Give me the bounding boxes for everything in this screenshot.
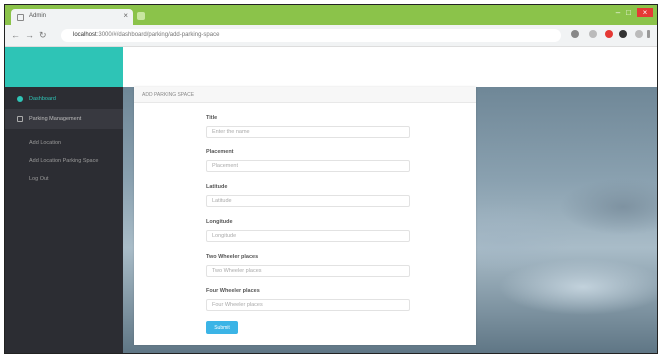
sidebar-subitem-label: Add Location Parking Space bbox=[29, 158, 99, 164]
close-tab-icon[interactable]: × bbox=[123, 11, 128, 20]
title-label: Title bbox=[206, 115, 218, 121]
two-wheeler-input[interactable] bbox=[206, 265, 410, 277]
maximize-button[interactable]: □ bbox=[626, 8, 631, 17]
dashboard-icon bbox=[17, 96, 23, 102]
sidebar-item-label: Dashboard bbox=[29, 96, 56, 102]
longitude-input[interactable] bbox=[206, 230, 410, 242]
top-header bbox=[123, 47, 657, 87]
sidebar-item-label: Parking Management bbox=[29, 116, 82, 122]
form-title: ADD PARKING SPACE bbox=[142, 92, 195, 98]
parking-icon bbox=[17, 116, 23, 122]
latitude-input[interactable] bbox=[206, 195, 410, 207]
browser-toolbar: ← → ↻ localhost:3000/#/dashboard/parking… bbox=[5, 25, 657, 47]
sidebar-item-parking-management[interactable]: Parking Management bbox=[5, 109, 123, 129]
sidebar-subitem-label: Log Out bbox=[29, 176, 49, 182]
add-parking-form-card: ADD PARKING SPACE Title Placement Latitu… bbox=[134, 87, 476, 345]
four-wheeler-input[interactable] bbox=[206, 299, 410, 311]
card-header: ADD PARKING SPACE bbox=[134, 87, 476, 103]
longitude-label: Longitude bbox=[206, 219, 233, 225]
submit-button[interactable]: Submit bbox=[206, 321, 238, 334]
sidebar-subitem-add-location[interactable]: Add Location bbox=[5, 135, 123, 151]
latitude-label: Latitude bbox=[206, 184, 228, 190]
new-tab-button[interactable] bbox=[137, 12, 145, 20]
extension-icon[interactable] bbox=[605, 30, 613, 38]
sidebar-subitem-log-out[interactable]: Log Out bbox=[5, 171, 123, 187]
tab-title: Admin bbox=[29, 13, 47, 19]
extension-icon[interactable] bbox=[589, 30, 597, 38]
reload-button[interactable]: ↻ bbox=[39, 30, 47, 41]
placement-label: Placement bbox=[206, 149, 234, 155]
extension-icon[interactable] bbox=[619, 30, 627, 38]
menu-icon[interactable] bbox=[647, 30, 650, 38]
url-text: localhost:3000/#/dashboard/parking/add-p… bbox=[73, 32, 219, 38]
browser-tab[interactable]: Admin × bbox=[11, 9, 133, 25]
page-icon bbox=[17, 14, 24, 21]
two-wheeler-label: Two Wheeler places bbox=[206, 254, 259, 260]
sidebar-subitem-label: Add Location bbox=[29, 140, 62, 146]
close-window-button[interactable]: × bbox=[637, 8, 653, 17]
forward-button[interactable]: → bbox=[25, 30, 34, 40]
sidebar: Dashboard Parking Management Add Locatio… bbox=[5, 87, 123, 353]
sidebar-subitem-add-parking-space[interactable]: Add Location Parking Space bbox=[5, 153, 123, 169]
brand-logo-area bbox=[5, 47, 123, 87]
url-host: localhost bbox=[73, 32, 97, 38]
minimize-button[interactable]: – bbox=[616, 8, 620, 17]
browser-window: Admin × – □ × ← → ↻ localhost:3000/#/das… bbox=[4, 4, 658, 354]
url-path: :3000/#/dashboard/parking/add-parking-sp… bbox=[96, 32, 220, 38]
title-input[interactable] bbox=[206, 126, 410, 138]
bookmark-icon[interactable] bbox=[571, 30, 579, 38]
address-bar[interactable]: localhost:3000/#/dashboard/parking/add-p… bbox=[61, 29, 561, 42]
sidebar-item-dashboard[interactable]: Dashboard bbox=[5, 89, 123, 109]
back-button[interactable]: ← bbox=[11, 30, 20, 40]
profile-avatar[interactable] bbox=[635, 30, 643, 38]
window-controls: – □ × bbox=[616, 8, 653, 17]
four-wheeler-label: Four Wheeler places bbox=[206, 288, 260, 294]
placement-input[interactable] bbox=[206, 160, 410, 172]
browser-titlebar: Admin × – □ × bbox=[5, 5, 657, 25]
